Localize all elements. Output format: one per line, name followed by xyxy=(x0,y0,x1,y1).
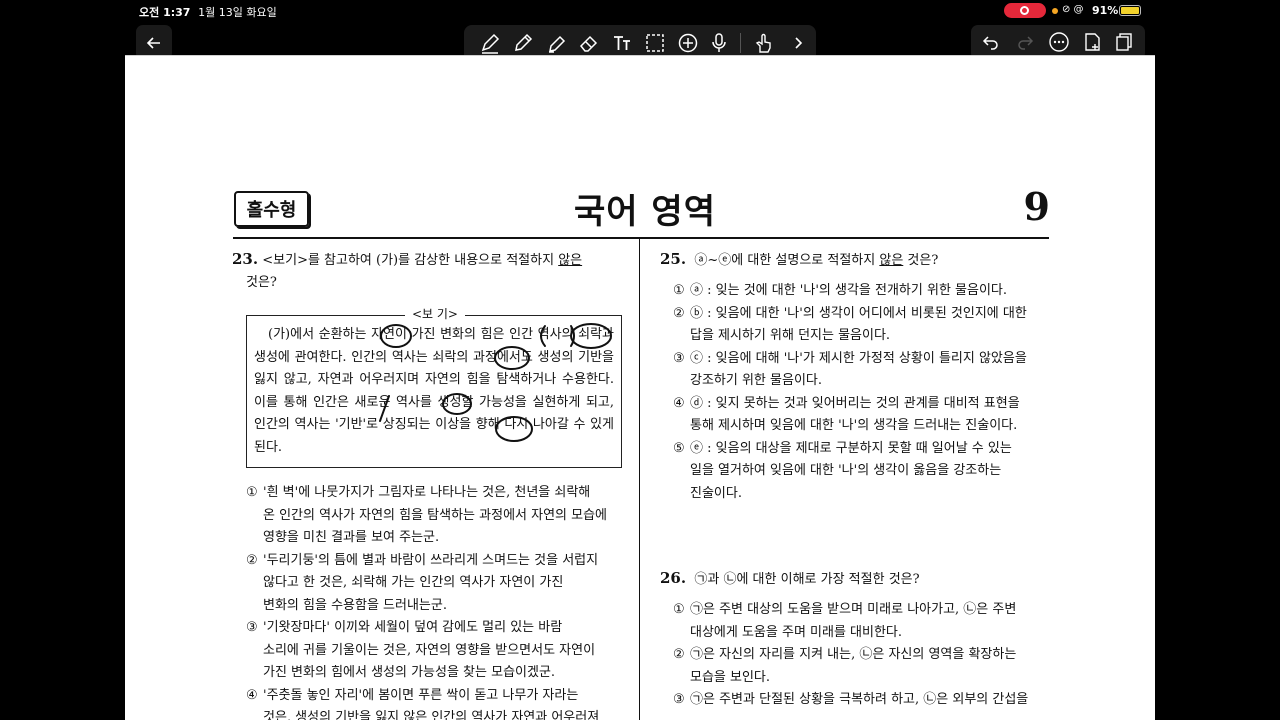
pages-icon[interactable] xyxy=(1112,30,1136,54)
option-line: 온 인간의 역사가 자연의 힘을 탐색하는 과정에서 자연의 모습에 xyxy=(263,507,608,523)
question-emphasis: 않은 xyxy=(558,253,583,268)
battery-icon xyxy=(1119,5,1141,16)
option-line: ㉠은 주변과 단절된 상황을 극복하려 하고, ㉡은 외부의 간섭을 xyxy=(690,692,1029,707)
question-text: ㉠과 ㉡에 대한 이해로 가장 적절한 것은? xyxy=(694,572,920,587)
column-divider xyxy=(639,239,640,720)
add-icon[interactable] xyxy=(676,31,700,55)
undo-icon[interactable] xyxy=(979,30,1003,54)
recording-icon[interactable] xyxy=(1004,3,1046,18)
question-text-end: 것은? xyxy=(246,275,277,290)
option-line: 소리에 귀를 기울이는 것은, 자연의 영향을 받으면서도 자연이 xyxy=(263,642,596,658)
status-time: 오전 1:37 1월 13일 화요일 xyxy=(139,6,277,19)
option-1[interactable]: ① '흰 벽'에 나뭇가지가 그림자로 나타나는 것은, 천년을 쇠락해온 인간의… xyxy=(246,482,626,550)
option-marker: ③ xyxy=(246,620,258,635)
option-line: '주춧돌 놓인 자리'에 봄이면 푸른 싹이 돋고 나무가 자라는 xyxy=(263,687,579,703)
option-line: ⓒ : 잊음에 대해 '나'가 제시한 가정적 상황이 틀리지 않았음을 xyxy=(690,350,1027,366)
link-icon: ⊘ @ xyxy=(1062,4,1084,15)
page-title: 국어 영역 xyxy=(574,192,716,232)
option-line: 가진 변화의 힘에서 생성의 가능성을 찾는 모습이겠군. xyxy=(263,665,556,680)
bogi-label: <보 기> xyxy=(405,307,465,321)
option-3[interactable]: ③ ㉠은 주변과 단절된 상황을 극복하려 하고, ㉡은 외부의 간섭을 xyxy=(673,689,1053,712)
option-marker: ② xyxy=(673,647,685,662)
option-2[interactable]: ② ㉠은 자신의 자리를 지켜 내는, ㉡은 자신의 영역을 확장하는모습을 보인… xyxy=(673,644,1053,689)
option-4[interactable]: ④ '주춧돌 놓인 자리'에 봄이면 푸른 싹이 돋고 나무가 자라는것은, 생성… xyxy=(246,685,626,720)
option-line: 답을 제시하기 위해 던지는 물음이다. xyxy=(690,328,891,343)
option-marker: ② xyxy=(673,305,685,321)
toolbar-separator xyxy=(740,33,741,53)
exam-type-badge: 홀수형 xyxy=(234,191,309,227)
question-number: 25. xyxy=(660,250,687,268)
question-26: 26. ㉠과 ㉡에 대한 이해로 가장 적절한 것은? xyxy=(660,567,1050,591)
option-line: 영향을 미친 결과를 보여 주는군. xyxy=(263,530,440,545)
option-marker: ① xyxy=(673,283,685,298)
eraser-icon[interactable] xyxy=(577,31,601,55)
arrow-left-icon xyxy=(146,36,160,49)
document-page[interactable]: 홀수형 국어 영역 9 23. <보기>를 참고하여 (가)를 감상한 내용으로… xyxy=(125,56,1155,720)
question-number: 23. xyxy=(232,250,259,268)
redo-icon[interactable] xyxy=(1013,30,1037,54)
option-2[interactable]: ② ⓑ : 잊음에 대한 '나'의 생각이 어디에서 비롯된 것인지에 대한답을 … xyxy=(673,303,1053,348)
option-line: '두리기둥'의 틈에 별과 바람이 쓰라리게 스며드는 것을 서럽지 xyxy=(263,552,599,568)
option-marker: ③ xyxy=(673,350,685,366)
page-number: 9 xyxy=(1023,184,1050,229)
option-line: ㉠은 주변 대상의 도움을 받으며 미래로 나아가고, ㉡은 주변 xyxy=(690,602,1017,617)
option-3[interactable]: ③ '기왓장마다' 이끼와 세월이 덮여 감에도 멀리 있는 바람소리에 귀를 기… xyxy=(246,617,626,685)
option-line: 일을 열거하여 잊음에 대한 '나'의 생각이 옳음을 강조하는 xyxy=(690,463,1002,478)
option-line: 강조하기 위한 물음이다. xyxy=(690,373,822,388)
text-icon[interactable] xyxy=(610,31,634,55)
pencil-icon[interactable] xyxy=(511,31,535,55)
touch-icon[interactable] xyxy=(751,31,775,55)
chevron-right-icon[interactable] xyxy=(786,31,810,55)
option-line: 것은, 생성의 기반을 잃지 않은 인간의 역사가 자연과 어우러져 xyxy=(263,710,600,720)
option-marker: ④ xyxy=(673,395,685,411)
option-line: 변화의 힘을 수용함을 드러내는군. xyxy=(263,597,447,613)
option-marker: ⑤ xyxy=(673,440,685,456)
more-icon[interactable] xyxy=(1047,30,1071,54)
question-23: 23. <보기>를 참고하여 (가)를 감상한 내용으로 적절하지 않은 것은? xyxy=(232,248,624,294)
option-marker: ① xyxy=(673,602,685,617)
option-line: 통해 제시하며 잊음에 대한 '나'의 생각을 드러내는 진술이다. xyxy=(690,418,1018,433)
option-line: 않다고 한 것은, 쇠락해 가는 인간의 역사가 자연이 가진 xyxy=(263,575,564,590)
option-line: ㉠은 자신의 자리를 지켜 내는, ㉡은 자신의 영역을 확장하는 xyxy=(690,647,1017,662)
bogi-text: (가)에서 순환하는 자연이 가진 변화의 힘은 인간 역사의 쇠락과 생성에 … xyxy=(254,327,614,455)
option-marker: ② xyxy=(246,552,258,568)
option-2[interactable]: ② '두리기둥'의 틈에 별과 바람이 쓰라리게 스며드는 것을 서럽지않다고 한… xyxy=(246,550,626,618)
option-line: ⓐ : 잊는 것에 대한 '나'의 생각을 전개하기 위한 물음이다. xyxy=(690,283,1008,298)
question-25: 25. ⓐ~ⓔ에 대한 설명으로 적절하지 않은 것은? xyxy=(660,248,1050,272)
add-page-icon[interactable] xyxy=(1080,30,1104,54)
option-5[interactable]: ⑤ ⓔ : 잊음의 대상을 제대로 구분하지 못할 때 일어날 수 있는일을 열거… xyxy=(673,438,1053,506)
mic-icon[interactable] xyxy=(707,31,731,55)
question-text-end: 것은? xyxy=(903,253,939,268)
option-1[interactable]: ① ⓐ : 잊는 것에 대한 '나'의 생각을 전개하기 위한 물음이다. xyxy=(673,280,1053,303)
option-1[interactable]: ① ㉠은 주변 대상의 도움을 받으며 미래로 나아가고, ㉡은 주변대상에게 도… xyxy=(673,599,1053,644)
option-3[interactable]: ③ ⓒ : 잊음에 대해 '나'가 제시한 가정적 상황이 틀리지 않았음을강조하… xyxy=(673,348,1053,393)
option-line: 대상에게 도움을 주며 미래를 대비한다. xyxy=(690,624,903,640)
option-line: ⓔ : 잊음의 대상을 제대로 구분하지 못할 때 일어날 수 있는 xyxy=(690,440,1012,456)
lasso-icon[interactable] xyxy=(643,31,667,55)
option-marker: ③ xyxy=(673,692,685,707)
option-line: 진술이다. xyxy=(690,485,742,501)
mic-indicator-icon xyxy=(1052,8,1058,14)
option-line: 모습을 보인다. xyxy=(690,669,771,685)
option-line: '흰 벽'에 나뭇가지가 그림자로 나타나는 것은, 천년을 쇠락해 xyxy=(263,485,591,500)
option-line: '기왓장마다' 이끼와 세월이 덮여 감에도 멀리 있는 바람 xyxy=(263,620,563,635)
header-rule xyxy=(233,237,1049,239)
option-marker: ① xyxy=(246,485,258,500)
highlighter-icon[interactable] xyxy=(544,31,568,55)
question-number: 26. xyxy=(660,569,687,587)
question-text: <보기>를 참고하여 (가)를 감상한 내용으로 적절하지 xyxy=(262,253,559,268)
status-bar: 오전 1:37 1월 13일 화요일 ⊘ @ 91% xyxy=(0,0,1280,22)
option-line: ⓓ : 잊지 못하는 것과 잊어버리는 것의 관계를 대비적 표현을 xyxy=(690,395,1020,411)
option-4[interactable]: ④ ⓓ : 잊지 못하는 것과 잊어버리는 것의 관계를 대비적 표현을통해 제시… xyxy=(673,393,1053,438)
pen-icon[interactable] xyxy=(478,31,502,55)
option-line: ⓑ : 잊음에 대한 '나'의 생각이 어디에서 비롯된 것인지에 대한 xyxy=(690,305,1027,321)
battery-percent: 91% xyxy=(1092,4,1119,17)
option-marker: ④ xyxy=(246,687,258,703)
question-text: ⓐ~ⓔ에 대한 설명으로 적절하지 xyxy=(694,253,880,268)
question-emphasis: 않은 xyxy=(879,253,904,268)
